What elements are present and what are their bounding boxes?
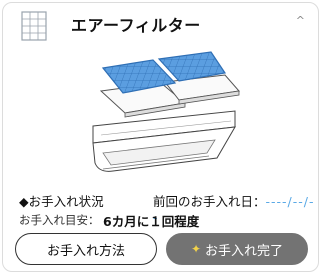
care-complete-button[interactable]: ✦ お手入れ完了 <box>166 233 308 265</box>
filter-illustration <box>92 51 240 172</box>
air-filter-card: エアーフィルター ^ ◆お手入れ状況 前回のお手入れ日：----/--/-- お… <box>2 2 319 272</box>
guideline-label: お手入れ目安： <box>19 213 100 227</box>
last-cleaned-label: 前回のお手入れ日： <box>153 194 266 209</box>
maintenance-status-label: ◆お手入れ状況 <box>19 194 104 209</box>
care-method-label: お手入れ方法 <box>46 243 125 259</box>
sparkle-icon: ✦ <box>190 242 202 256</box>
guideline-value: 6カ月に１回程度 <box>103 214 200 229</box>
care-method-button[interactable]: お手入れ方法 <box>15 233 157 265</box>
care-complete-label: お手入れ完了 <box>205 243 284 259</box>
